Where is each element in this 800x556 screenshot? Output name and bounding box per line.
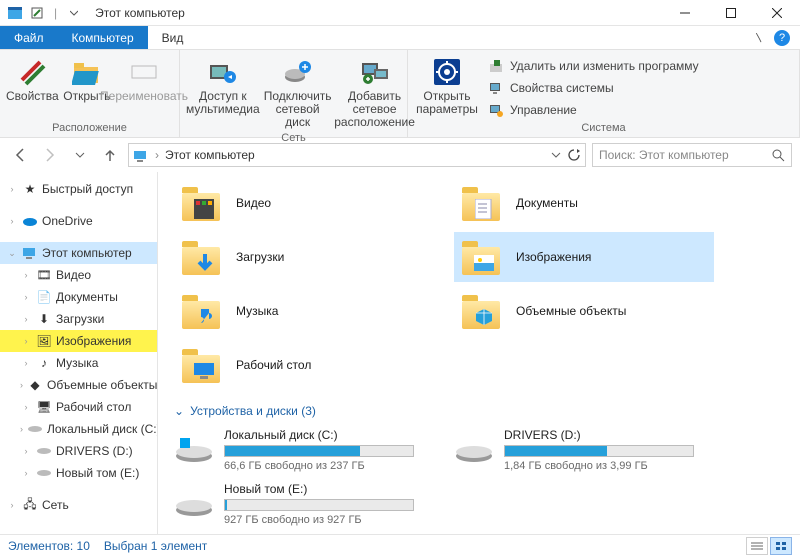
maximize-button[interactable] bbox=[708, 0, 754, 26]
add-netloc-label: Добавить сетевое расположение bbox=[334, 90, 415, 130]
tree-music[interactable]: ›♪Музыка bbox=[0, 352, 157, 374]
status-count: Элементов: 10 bbox=[8, 539, 90, 553]
minimize-button[interactable] bbox=[662, 0, 708, 26]
search-icon bbox=[771, 148, 785, 162]
tree-video[interactable]: ›🎞Видео bbox=[0, 264, 157, 286]
folder-pictures[interactable]: Изображения bbox=[454, 232, 714, 282]
open-settings-label: Открыть параметры bbox=[414, 90, 480, 116]
view-details-button[interactable] bbox=[746, 537, 768, 555]
drive-d[interactable]: DRIVERS (D:) 1,84 ГБ свободно из 3,99 ГБ bbox=[454, 428, 714, 472]
drives-section-header[interactable]: ⌄Устройства и диски (3) bbox=[174, 390, 800, 424]
system-properties-button[interactable]: Свойства системы bbox=[484, 78, 703, 98]
search-box[interactable]: Поиск: Этот компьютер bbox=[592, 143, 792, 167]
app-icon bbox=[6, 4, 24, 22]
qat-dropdown-icon[interactable] bbox=[65, 4, 83, 22]
tab-computer[interactable]: Компьютер bbox=[58, 26, 148, 49]
folder-3dobjects[interactable]: Объемные объекты bbox=[454, 286, 714, 336]
refresh-icon[interactable] bbox=[567, 148, 581, 162]
properties-button[interactable]: Свойства bbox=[6, 52, 59, 103]
tree-downloads[interactable]: ›⬇Загрузки bbox=[0, 308, 157, 330]
qat-properties-icon[interactable] bbox=[28, 4, 46, 22]
tree-3dobjects[interactable]: ›◆Объемные объекты bbox=[0, 374, 157, 396]
open-settings-button[interactable]: Открыть параметры bbox=[414, 52, 480, 116]
nav-forward-button bbox=[38, 143, 62, 167]
media-access-button[interactable]: Доступ к мультимедиа bbox=[186, 52, 260, 116]
tree-network[interactable]: ›🖧Сеть bbox=[0, 494, 157, 516]
tree-newvol-e[interactable]: ›Новый том (E:) bbox=[0, 462, 157, 484]
rename-label: Переименовать bbox=[100, 90, 188, 103]
tree-onedrive[interactable]: ›OneDrive bbox=[0, 210, 157, 232]
tree-quick-access[interactable]: ›★Быстрый доступ bbox=[0, 178, 157, 200]
drive-c[interactable]: Локальный диск (C:) 66,6 ГБ свободно из … bbox=[174, 428, 434, 472]
address-bar[interactable]: › Этот компьютер bbox=[128, 143, 586, 167]
folder-downloads[interactable]: Загрузки bbox=[174, 232, 434, 282]
tab-view[interactable]: Вид bbox=[148, 26, 198, 49]
tab-file[interactable]: Файл bbox=[0, 26, 58, 49]
nav-up-button[interactable] bbox=[98, 143, 122, 167]
search-placeholder: Поиск: Этот компьютер bbox=[599, 148, 729, 162]
folder-documents[interactable]: Документы bbox=[454, 178, 714, 228]
window-title: Этот компьютер bbox=[95, 6, 185, 20]
tree-documents[interactable]: ›📄Документы bbox=[0, 286, 157, 308]
folder-video[interactable]: Видео bbox=[174, 178, 434, 228]
tree-pictures[interactable]: ›🖼Изображения bbox=[0, 330, 157, 352]
breadcrumb[interactable]: Этот компьютер bbox=[165, 148, 255, 162]
collapse-ribbon-icon[interactable]: 〵 bbox=[754, 30, 764, 45]
address-dropdown-icon[interactable] bbox=[551, 150, 561, 160]
close-button[interactable] bbox=[754, 0, 800, 26]
view-large-button[interactable] bbox=[770, 537, 792, 555]
separator: | bbox=[54, 6, 57, 20]
properties-label: Свойства bbox=[6, 90, 59, 103]
content-pane[interactable]: Видео Документы Загрузки Изображения Муз… bbox=[158, 172, 800, 534]
tree-desktop[interactable]: ›🖥Рабочий стол bbox=[0, 396, 157, 418]
media-access-label: Доступ к мультимедиа bbox=[186, 90, 260, 116]
add-netloc-button[interactable]: Добавить сетевое расположение bbox=[336, 52, 414, 130]
map-drive-button[interactable]: Подключить сетевой диск bbox=[264, 52, 332, 130]
tree-local-c[interactable]: ›Локальный диск (C:) bbox=[0, 418, 157, 440]
uninstall-button[interactable]: Удалить или изменить программу bbox=[484, 56, 703, 76]
folder-music[interactable]: Музыка bbox=[174, 286, 434, 336]
group-system-label: Система bbox=[414, 120, 793, 137]
map-drive-label: Подключить сетевой диск bbox=[264, 90, 332, 130]
tree-drivers-d[interactable]: ›DRIVERS (D:) bbox=[0, 440, 157, 462]
folder-desktop[interactable]: Рабочий стол bbox=[174, 340, 434, 390]
manage-button[interactable]: Управление bbox=[484, 100, 703, 120]
drive-e[interactable]: Новый том (E:) 927 ГБ свободно из 927 ГБ bbox=[174, 482, 434, 526]
status-selected: Выбран 1 элемент bbox=[104, 539, 207, 553]
pc-icon bbox=[133, 148, 149, 162]
nav-recent-button[interactable] bbox=[68, 143, 92, 167]
tree-this-pc[interactable]: ⌄Этот компьютер bbox=[0, 242, 157, 264]
nav-back-button[interactable] bbox=[8, 143, 32, 167]
rename-button: Переименовать bbox=[115, 52, 173, 103]
group-location-label: Расположение bbox=[6, 120, 173, 137]
help-icon[interactable]: ? bbox=[774, 30, 790, 46]
navigation-tree[interactable]: ›★Быстрый доступ ›OneDrive ⌄Этот компьют… bbox=[0, 172, 158, 534]
